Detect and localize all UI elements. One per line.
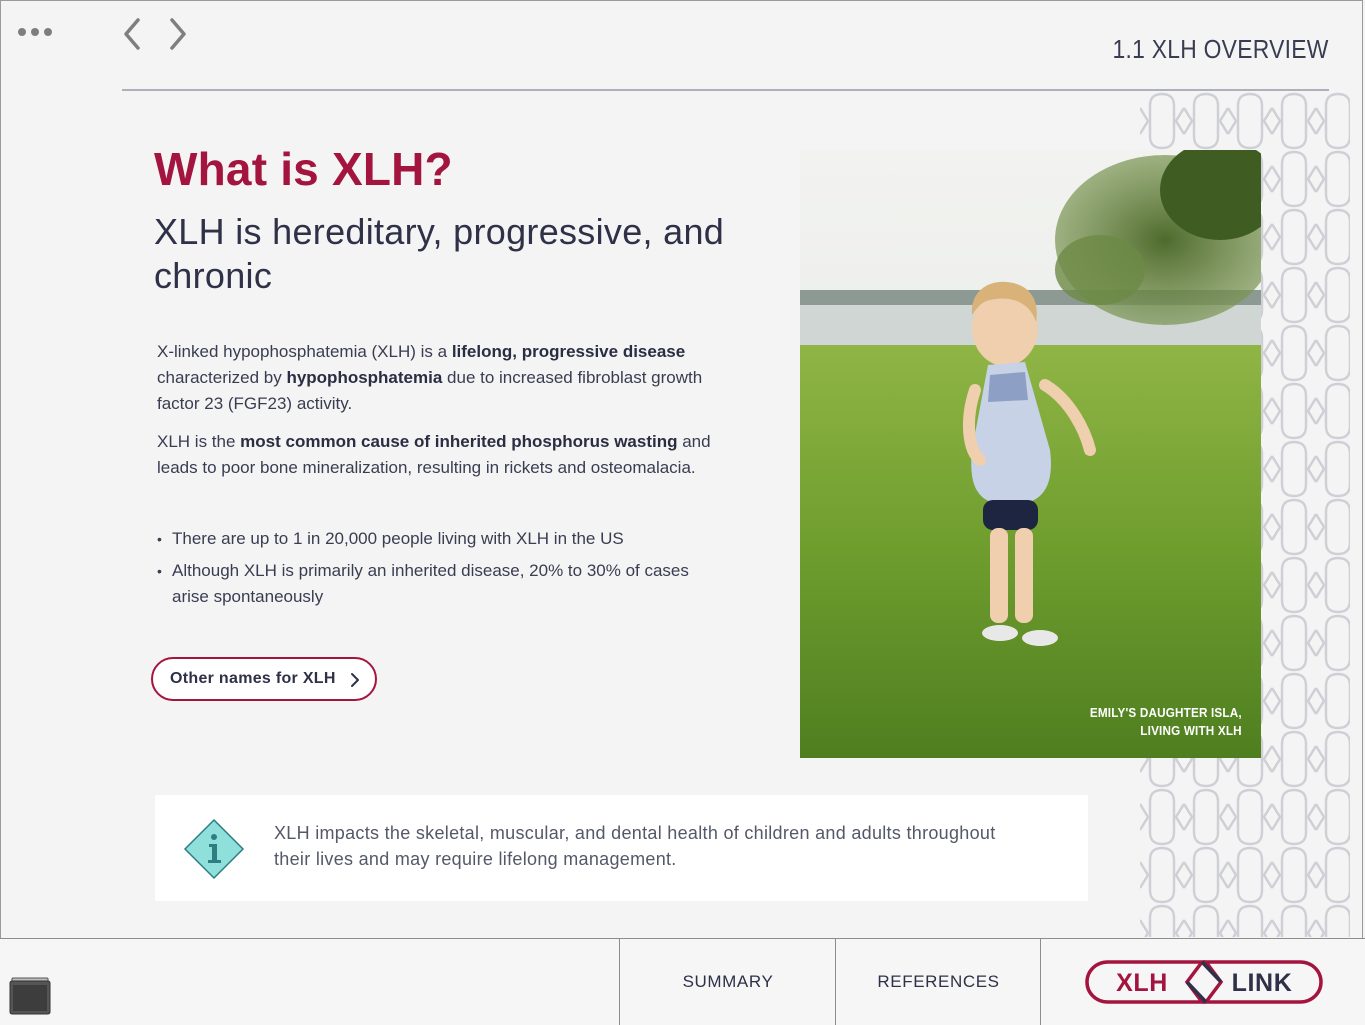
page-heading: What is XLH? (154, 143, 453, 195)
logo-link-text: LINK (1231, 969, 1292, 997)
bottom-toolbar: SUMMARY REFERENCES XLH LINK (0, 938, 1365, 1025)
other-names-label: Other names for XLH (170, 670, 336, 687)
intro-paragraph: X-linked hypophosphatemia (XLH) is a lif… (157, 342, 703, 413)
info-icon (183, 818, 245, 880)
list-item: There are up to 1 in 20,000 people livin… (157, 526, 702, 552)
xlh-link-logo[interactable]: XLH LINK (1040, 939, 1365, 1025)
forward-arrow-icon[interactable] (163, 14, 193, 54)
summary-button[interactable]: SUMMARY (619, 939, 836, 1025)
list-item: Although XLH is primarily an inherited d… (157, 558, 702, 610)
photo-illustration (800, 150, 1261, 758)
patient-photo: EMILY'S DAUGHTER ISLA, LIVING WITH XLH (800, 150, 1261, 758)
caption-line: EMILY'S DAUGHTER ISLA, (1090, 705, 1242, 720)
page-subheading: XLH is hereditary, progressive, and chro… (154, 211, 725, 296)
chevron-right-icon (351, 673, 359, 687)
logo-xlh-text: XLH (1116, 969, 1168, 997)
header-divider (122, 89, 1329, 91)
photo-caption: EMILY'S DAUGHTER ISLA, LIVING WITH XLH (1090, 704, 1242, 740)
cause-paragraph: XLH is the most common cause of inherite… (157, 432, 711, 477)
more-menu-icon[interactable] (18, 28, 52, 36)
back-arrow-icon[interactable] (118, 14, 148, 54)
info-callout: XLH impacts the skeletal, muscular, and … (155, 795, 1088, 901)
section-title: 1.1 XLH OVERVIEW (1112, 34, 1329, 64)
facts-list: There are up to 1 in 20,000 people livin… (157, 526, 702, 616)
references-button[interactable]: REFERENCES (835, 939, 1041, 1025)
info-text: XLH impacts the skeletal, muscular, and … (274, 823, 996, 869)
other-names-button[interactable]: Other names for XLH (151, 657, 377, 701)
slides-stack-icon[interactable] (9, 977, 51, 1015)
logo-graphic: XLH LINK (1084, 960, 1323, 1004)
caption-line: LIVING WITH XLH (1140, 723, 1242, 738)
